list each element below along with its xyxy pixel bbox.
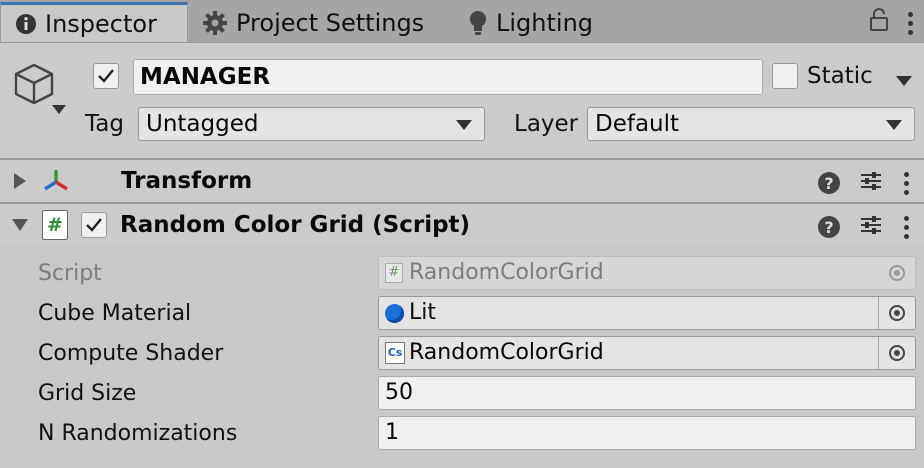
script-component-header[interactable]: # Random Color Grid (Script) ? <box>0 204 924 246</box>
chevron-down-icon <box>886 120 902 130</box>
component-menu-icon[interactable] <box>902 215 910 239</box>
compute-shader-label: Compute Shader <box>38 341 224 366</box>
grid-size-label: Grid Size <box>38 381 137 406</box>
checkmark-icon <box>86 218 102 232</box>
script-hash-icon: # <box>385 263 403 283</box>
static-label: Static <box>807 63 873 89</box>
tag-label: Tag <box>85 111 124 137</box>
checkmark-icon <box>98 69 114 83</box>
foldout-expanded-icon[interactable] <box>12 219 28 231</box>
gear-icon <box>202 10 228 36</box>
layer-value: Default <box>595 111 680 137</box>
transform-axes-icon <box>42 167 70 199</box>
chevron-down-icon <box>456 120 472 130</box>
transform-title: Transform <box>121 168 253 194</box>
script-value: RandomColorGrid <box>409 260 604 285</box>
material-sphere-icon <box>385 304 404 323</box>
n-randomizations-label: N Randomizations <box>38 421 238 446</box>
grid-size-field[interactable]: 50 <box>378 376 916 410</box>
tab-menu-icon[interactable] <box>906 11 914 35</box>
lock-icon[interactable] <box>870 8 888 38</box>
tab-lighting-label: Lighting <box>496 9 594 37</box>
tab-inspector-label: Inspector <box>45 9 157 38</box>
object-picker-icon <box>879 257 915 289</box>
script-hash-icon: # <box>42 210 68 240</box>
object-picker-icon[interactable] <box>878 297 915 329</box>
layer-dropdown[interactable]: Default <box>587 107 915 141</box>
active-checkbox[interactable] <box>93 63 119 89</box>
cube-material-value: Lit <box>409 300 436 325</box>
component-menu-icon[interactable] <box>902 171 910 195</box>
script-label: Script <box>38 261 102 286</box>
help-icon[interactable]: ? <box>818 172 840 194</box>
n-randomizations-field[interactable]: 1 <box>378 416 916 450</box>
tab-inspector[interactable]: Inspector <box>0 2 188 42</box>
info-icon <box>15 13 37 35</box>
presets-icon[interactable] <box>860 214 882 240</box>
tag-value: Untagged <box>146 111 259 137</box>
foldout-collapsed-icon[interactable] <box>14 173 26 189</box>
transform-controls: ? <box>818 170 910 196</box>
lightbulb-icon <box>468 10 488 36</box>
script-component-title: Random Color Grid (Script) <box>120 212 471 238</box>
object-picker-icon[interactable] <box>878 337 915 369</box>
script-field: # RandomColorGrid <box>378 256 916 290</box>
compute-shader-icon: Cs <box>385 342 405 364</box>
object-name-field[interactable]: MANAGER <box>133 59 763 95</box>
gameobject-cube-icon[interactable] <box>12 62 56 110</box>
cube-material-field[interactable]: Lit <box>378 296 916 330</box>
icon-dropdown-arrow-icon[interactable] <box>52 100 66 119</box>
static-dropdown-arrow-icon[interactable] <box>896 72 912 91</box>
compute-shader-value: RandomColorGrid <box>409 340 604 365</box>
tab-bar: Inspector Project Settings Lighting <box>0 0 924 43</box>
tag-dropdown[interactable]: Untagged <box>138 107 485 141</box>
layer-label: Layer <box>514 111 579 137</box>
compute-shader-field[interactable]: Cs RandomColorGrid <box>378 336 916 370</box>
tab-lighting[interactable]: Lighting <box>468 4 593 42</box>
script-controls: ? <box>818 214 910 240</box>
cube-material-label: Cube Material <box>38 301 192 326</box>
tab-project-settings-label: Project Settings <box>236 9 425 37</box>
tab-bar-controls <box>870 8 914 38</box>
presets-icon[interactable] <box>860 170 882 196</box>
transform-component-header[interactable]: Transform ? <box>0 160 924 202</box>
script-enabled-checkbox[interactable] <box>81 212 107 238</box>
tab-project-settings[interactable]: Project Settings <box>202 4 424 42</box>
static-checkbox[interactable] <box>772 63 798 89</box>
help-icon[interactable]: ? <box>818 216 840 238</box>
